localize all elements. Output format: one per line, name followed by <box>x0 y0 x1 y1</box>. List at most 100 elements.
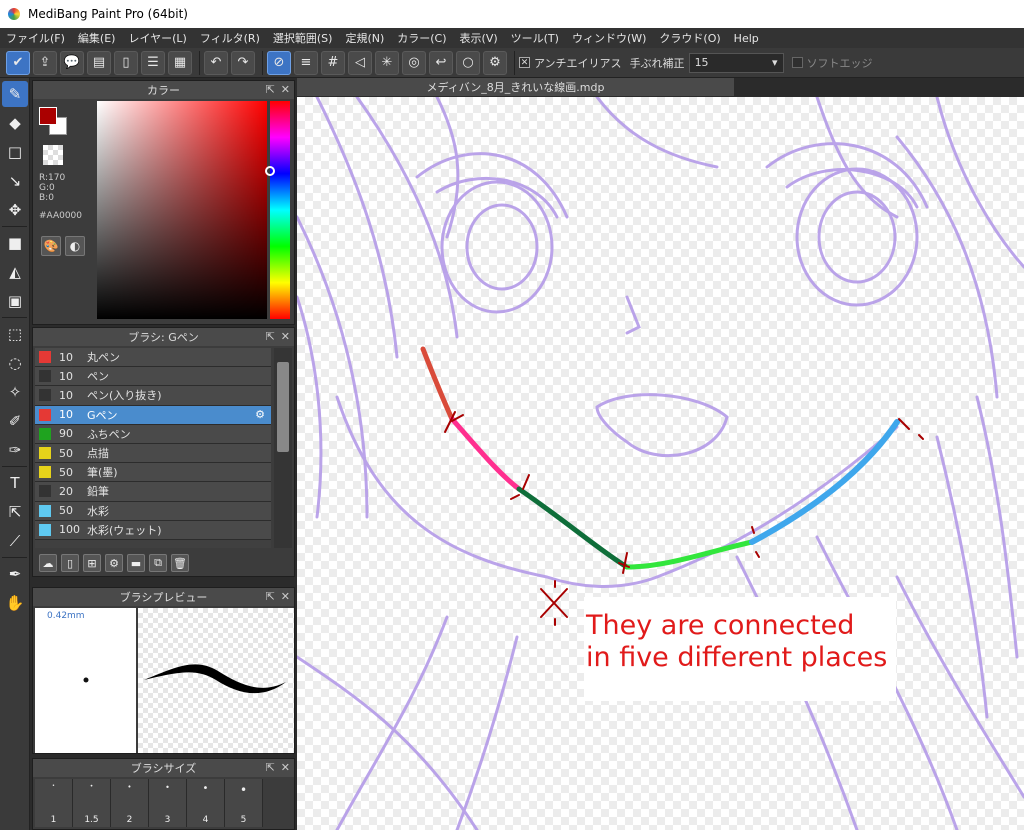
circle-snap-icon[interactable]: ○ <box>456 50 480 75</box>
brush-tool-icon[interactable]: ✎ <box>2 81 28 107</box>
close-icon[interactable]: ✕ <box>281 83 290 96</box>
menu-layer[interactable]: レイヤー(L) <box>128 30 186 46</box>
soft-edge-checkbox[interactable] <box>791 57 803 68</box>
menu-help[interactable]: Help <box>734 32 759 45</box>
close-icon[interactable]: ✕ <box>281 330 290 343</box>
close-icon[interactable]: ✕ <box>281 761 290 774</box>
menu-file[interactable]: ファイル(F) <box>6 30 65 46</box>
move-tool-icon[interactable]: ✥ <box>2 197 28 223</box>
brush-settings-gear-icon[interactable]: ⚙ <box>255 408 265 421</box>
folder-icon[interactable]: ▬ <box>127 554 145 572</box>
eyedropper-tool-icon[interactable]: ✒ <box>2 561 28 587</box>
curve-snap-icon[interactable]: ↩ <box>429 50 453 75</box>
brush-item[interactable]: 20 鉛筆 <box>35 482 271 502</box>
undock-icon[interactable]: ⇱ <box>266 83 275 96</box>
brush-item[interactable]: 10 丸ペン <box>35 348 271 368</box>
add-brush-icon[interactable]: ⊞ <box>83 554 101 572</box>
brush-name: 水彩 <box>87 504 109 518</box>
brush-color-swatch <box>39 447 51 460</box>
brush-item[interactable]: 10 ペン <box>35 367 271 387</box>
palette-add-icon[interactable]: ◐ <box>65 236 85 256</box>
brush-color-swatch <box>39 370 51 383</box>
bucket-tool-icon[interactable]: ◭ <box>2 259 28 285</box>
menu-filter[interactable]: フィルタ(R) <box>200 30 260 46</box>
brush-size-option[interactable]: • 5 <box>225 779 263 827</box>
note-icon[interactable]: ▤ <box>87 50 111 75</box>
text-tool-icon[interactable]: T <box>2 470 28 496</box>
operation-tool-icon[interactable]: ⇱ <box>2 499 28 525</box>
grid-snap-icon[interactable]: # <box>321 50 345 75</box>
undock-icon[interactable]: ⇱ <box>266 590 275 603</box>
brush-item[interactable]: 100 水彩(ウェット) <box>35 520 271 540</box>
download-brush-icon[interactable]: ☁ <box>39 554 57 572</box>
antialias-checkbox[interactable]: ✕ <box>519 57 530 68</box>
share-icon[interactable]: ⇪ <box>33 50 57 75</box>
undo-icon[interactable]: ↶ <box>204 50 228 75</box>
duplicate-brush-icon[interactable]: ⧉ <box>149 554 167 572</box>
brush-item[interactable]: 50 水彩 <box>35 501 271 521</box>
tool-separator <box>2 226 27 227</box>
brush-name: ペン(入り抜き) <box>87 389 162 403</box>
new-brush-icon[interactable]: ▯ <box>61 554 79 572</box>
select-pen-icon[interactable]: ✐ <box>2 408 28 434</box>
menu-color[interactable]: カラー(C) <box>397 30 446 46</box>
hue-picker-knob[interactable] <box>265 166 275 176</box>
select-eraser-icon[interactable]: ✑ <box>2 437 28 463</box>
concentric-snap-icon[interactable]: ◎ <box>402 50 426 75</box>
scrollbar-thumb[interactable] <box>277 362 289 452</box>
close-icon[interactable]: ✕ <box>281 590 290 603</box>
brush-size-option[interactable]: • 2 <box>111 779 149 827</box>
dot-tool-icon[interactable]: □ <box>2 139 28 165</box>
gradient-tool-icon[interactable]: ▣ <box>2 288 28 314</box>
hand-tool-icon[interactable]: ✋ <box>2 590 28 616</box>
select-pen-tool-icon[interactable]: ↘ <box>2 168 28 194</box>
vanishing-snap-icon[interactable]: ◁ <box>348 50 372 75</box>
brush-item[interactable]: 50 筆(墨) <box>35 463 271 483</box>
menu-selection[interactable]: 選択範囲(S) <box>273 30 333 46</box>
comment-icon[interactable]: 💬 <box>60 50 84 75</box>
brush-settings-icon[interactable]: ⚙ <box>105 554 123 572</box>
cloud-sync-icon[interactable]: ✔ <box>6 50 30 75</box>
select-tool-icon[interactable]: ⬚ <box>2 321 28 347</box>
magic-wand-tool-icon[interactable]: ✧ <box>2 379 28 405</box>
canvas-tab[interactable]: メディバン_8月_きれいな線画.mdp <box>297 78 734 96</box>
foreground-color-swatch[interactable] <box>39 107 57 125</box>
menu-ruler[interactable]: 定規(N) <box>345 30 384 46</box>
undock-icon[interactable]: ⇱ <box>266 761 275 774</box>
parallel-snap-icon[interactable]: ≡ <box>294 50 318 75</box>
radial-snap-icon[interactable]: ✳ <box>375 50 399 75</box>
undock-icon[interactable]: ⇱ <box>266 330 275 343</box>
brush-size-option[interactable]: • 1 <box>35 779 73 827</box>
palette-icon[interactable]: 🎨 <box>41 236 61 256</box>
menu-window[interactable]: ウィンドウ(W) <box>572 30 646 46</box>
brush-item[interactable]: 50 点描 <box>35 443 271 464</box>
brush-size-option[interactable]: • 1.5 <box>73 779 111 827</box>
lasso-tool-icon[interactable]: ◌ <box>2 350 28 376</box>
divide-tool-icon[interactable]: ⟋ <box>2 528 28 554</box>
snap-off-icon[interactable]: ⊘ <box>267 50 291 75</box>
saturation-value-picker[interactable] <box>97 101 267 319</box>
page-icon[interactable]: ▯ <box>114 50 138 75</box>
hue-slider[interactable] <box>270 101 290 319</box>
menu-edit[interactable]: 編集(E) <box>78 30 116 46</box>
menu-cloud[interactable]: クラウド(O) <box>659 30 720 46</box>
fill-rect-tool-icon[interactable]: ■ <box>2 230 28 256</box>
brush-item[interactable]: 90 ふちペン <box>35 424 271 444</box>
brush-list-scrollbar[interactable] <box>274 348 292 548</box>
delete-brush-icon[interactable]: 🗑 <box>171 554 189 572</box>
menu-view[interactable]: 表示(V) <box>460 30 498 46</box>
drawing-canvas[interactable]: They are connected in five different pla… <box>297 97 1024 830</box>
snap-settings-icon[interactable]: ▦ <box>168 50 192 75</box>
eraser-tool-icon[interactable]: ◆ <box>2 110 28 136</box>
brush-item[interactable]: 10 ペン(入り抜き) <box>35 386 271 406</box>
brush-size-option[interactable]: • 4 <box>187 779 225 827</box>
brush-size-option[interactable]: • 3 <box>149 779 187 827</box>
transparent-color-swatch[interactable] <box>43 145 63 165</box>
brush-item[interactable]: 10 Gペン ⚙ <box>35 405 271 425</box>
redo-icon[interactable]: ↷ <box>231 50 255 75</box>
panel-layout-icon[interactable]: ☰ <box>141 50 165 75</box>
snap-settings-gear-icon[interactable]: ⚙ <box>483 50 507 75</box>
palette-buttons: 🎨 ◐ <box>41 236 85 256</box>
menu-tool[interactable]: ツール(T) <box>511 30 559 46</box>
stabilizer-select[interactable]: 15 ▾ <box>688 52 784 73</box>
